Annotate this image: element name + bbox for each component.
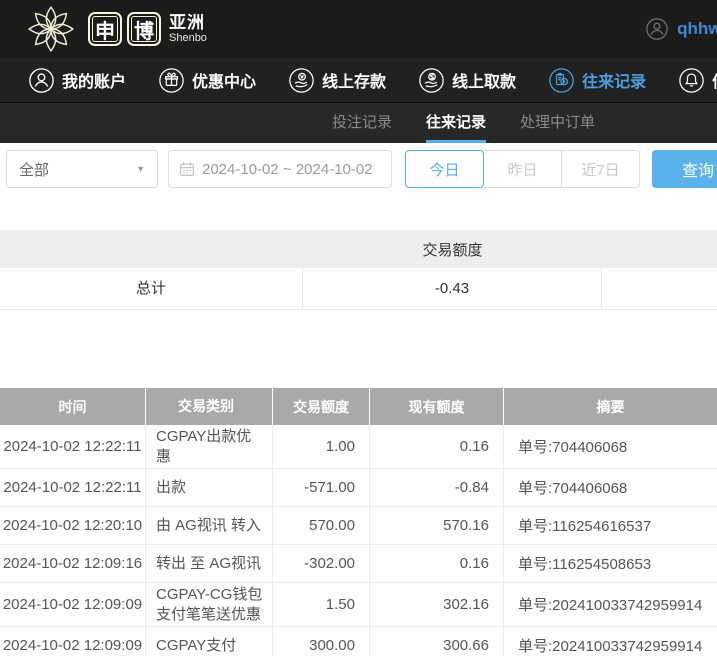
table-row: 2024-10-02 12:20:10 由 AG视讯 转入 570.00 570… — [0, 507, 717, 545]
cell-remark: 单号:116254616537 — [504, 507, 717, 544]
nav-item-my-account[interactable]: 我的账户 — [28, 67, 126, 94]
calendar-icon — [179, 161, 195, 177]
nav-label: 优惠中心 — [192, 68, 256, 92]
sub-nav: 投注记录 往来记录 处理中订单 — [0, 103, 717, 143]
brand-logo[interactable]: 申 博 亚洲 Shenbo — [24, 2, 207, 56]
cell-amount: 300.00 — [273, 627, 370, 656]
cell-balance: 302.16 — [370, 583, 504, 626]
tab-pending-orders[interactable]: 处理中订单 — [520, 103, 595, 143]
cell-remark: 单号:116254508653 — [504, 545, 717, 582]
table-row: 2024-10-02 12:09:16 转出 至 AG视讯 -302.00 0.… — [0, 545, 717, 583]
nav-label: 线上取款 — [452, 68, 516, 92]
col-header-category: 交易类别 — [146, 388, 273, 425]
chevron-down-icon: ▼ — [136, 164, 145, 174]
summary-table: 交易额度 总计 -0.43 — [0, 230, 717, 310]
cell-amount: -302.00 — [273, 545, 370, 582]
nav-label: 线上存款 — [322, 68, 386, 92]
logo-region-cn: 亚洲 — [169, 14, 207, 31]
cell-category: CGPAY支付 — [146, 627, 273, 656]
cell-amount: 1.00 — [273, 425, 370, 468]
nav-label: 我的账户 — [62, 68, 126, 92]
cell-time: 2024-10-02 12:09:16 — [0, 545, 146, 582]
table-row: 2024-10-02 12:09:09 CGPAY-CG钱包支付笔笔送优惠 1.… — [0, 583, 717, 627]
cell-category: 出款 — [146, 469, 273, 506]
user-avatar-icon — [645, 17, 669, 41]
user-area: qhhw2 — [645, 0, 717, 58]
logo-region: 亚洲 Shenbo — [169, 14, 207, 44]
records-icon — [548, 67, 575, 94]
tab-betting-records[interactable]: 投注记录 — [332, 103, 392, 143]
cell-amount: 1.50 — [273, 583, 370, 626]
quick-range-7days-button[interactable]: 近7日 — [562, 150, 640, 188]
cell-remark: 单号:202410033742959914 — [504, 583, 717, 626]
deposit-icon — [288, 67, 315, 94]
bell-icon — [678, 67, 705, 94]
nav-item-records[interactable]: 往来记录 — [548, 67, 646, 94]
category-select-value: 全部 — [19, 159, 49, 180]
cell-time: 2024-10-02 12:09:09 — [0, 583, 146, 626]
summary-title: 交易额度 — [303, 239, 602, 260]
logo-char-box: 申 — [88, 12, 122, 46]
cell-balance: 300.66 — [370, 627, 504, 656]
filter-bar: 全部 ▼ 2024-10-02 ~ 2024-10-02 今日 — [0, 150, 717, 190]
table-row: 2024-10-02 12:09:09 CGPAY支付 300.00 300.6… — [0, 627, 717, 656]
cell-time: 2024-10-02 12:09:09 — [0, 627, 146, 656]
cell-category: 转出 至 AG视讯 — [146, 545, 273, 582]
main-nav: 我的账户 优惠中心 — [0, 58, 717, 103]
cell-balance: 0.16 — [370, 545, 504, 582]
gift-icon — [158, 67, 185, 94]
col-header-amount: 交易额度 — [273, 388, 370, 425]
logo-char-box: 博 — [127, 12, 161, 46]
cell-time: 2024-10-02 12:22:11 — [0, 425, 146, 468]
summary-total-row: 总计 -0.43 — [0, 268, 717, 310]
page: 申 博 亚洲 Shenbo qhhw2 — [0, 0, 717, 656]
username-link[interactable]: qhhw2 — [677, 19, 717, 39]
table-header-row: 时间 交易类别 交易额度 现有额度 摘要 — [0, 388, 717, 425]
summary-total-value: -0.43 — [303, 268, 602, 310]
cell-remark: 单号:704406068 — [504, 469, 717, 506]
flower-logo-icon — [24, 2, 78, 56]
nav-label: 信息 — [712, 68, 717, 92]
nav-item-promotions[interactable]: 优惠中心 — [158, 67, 256, 94]
quick-range-yesterday-button[interactable]: 昨日 — [484, 150, 562, 188]
cell-balance: 570.16 — [370, 507, 504, 544]
summary-header-row: 交易额度 — [0, 230, 717, 268]
cell-remark: 单号:202410033742959914 — [504, 627, 717, 656]
cell-time: 2024-10-02 12:22:11 — [0, 469, 146, 506]
tab-transaction-records[interactable]: 往来记录 — [426, 103, 486, 143]
cell-category: CGPAY出款优惠 — [146, 425, 273, 468]
cell-balance: -0.84 — [370, 469, 504, 506]
cell-time: 2024-10-02 12:20:10 — [0, 507, 146, 544]
table-row: 2024-10-02 12:22:11 出款 -571.00 -0.84 单号:… — [0, 469, 717, 507]
cell-category: CGPAY-CG钱包支付笔笔送优惠 — [146, 583, 273, 626]
nav-item-deposit[interactable]: 线上存款 — [288, 67, 386, 94]
account-icon — [28, 67, 55, 94]
quick-range-group: 今日 昨日 近7日 — [405, 150, 640, 188]
top-header: 申 博 亚洲 Shenbo qhhw2 — [0, 0, 717, 58]
cell-amount: 570.00 — [273, 507, 370, 544]
col-header-time: 时间 — [0, 388, 146, 425]
category-select[interactable]: 全部 ▼ — [6, 150, 158, 188]
withdraw-icon — [418, 67, 445, 94]
summary-total-label: 总计 — [0, 268, 303, 310]
date-range-value: 2024-10-02 ~ 2024-10-02 — [202, 161, 373, 178]
transaction-table: 时间 交易类别 交易额度 现有额度 摘要 2024-10-02 12:22:11… — [0, 388, 717, 656]
nav-item-messages[interactable]: 信息 — [678, 67, 717, 94]
table-row: 2024-10-02 12:22:11 CGPAY出款优惠 1.00 0.16 … — [0, 425, 717, 469]
nav-item-withdraw[interactable]: 线上取款 — [418, 67, 516, 94]
col-header-remark: 摘要 — [504, 388, 717, 425]
cell-amount: -571.00 — [273, 469, 370, 506]
nav-label: 往来记录 — [582, 68, 646, 92]
cell-remark: 单号:704406068 — [504, 425, 717, 468]
query-button[interactable]: 查询 — [652, 150, 717, 188]
col-header-balance: 现有额度 — [370, 388, 504, 425]
quick-range-today-button[interactable]: 今日 — [405, 150, 484, 188]
cell-balance: 0.16 — [370, 425, 504, 468]
cell-category: 由 AG视讯 转入 — [146, 507, 273, 544]
logo-region-en: Shenbo — [169, 33, 207, 44]
date-range-input[interactable]: 2024-10-02 ~ 2024-10-02 — [168, 150, 392, 188]
